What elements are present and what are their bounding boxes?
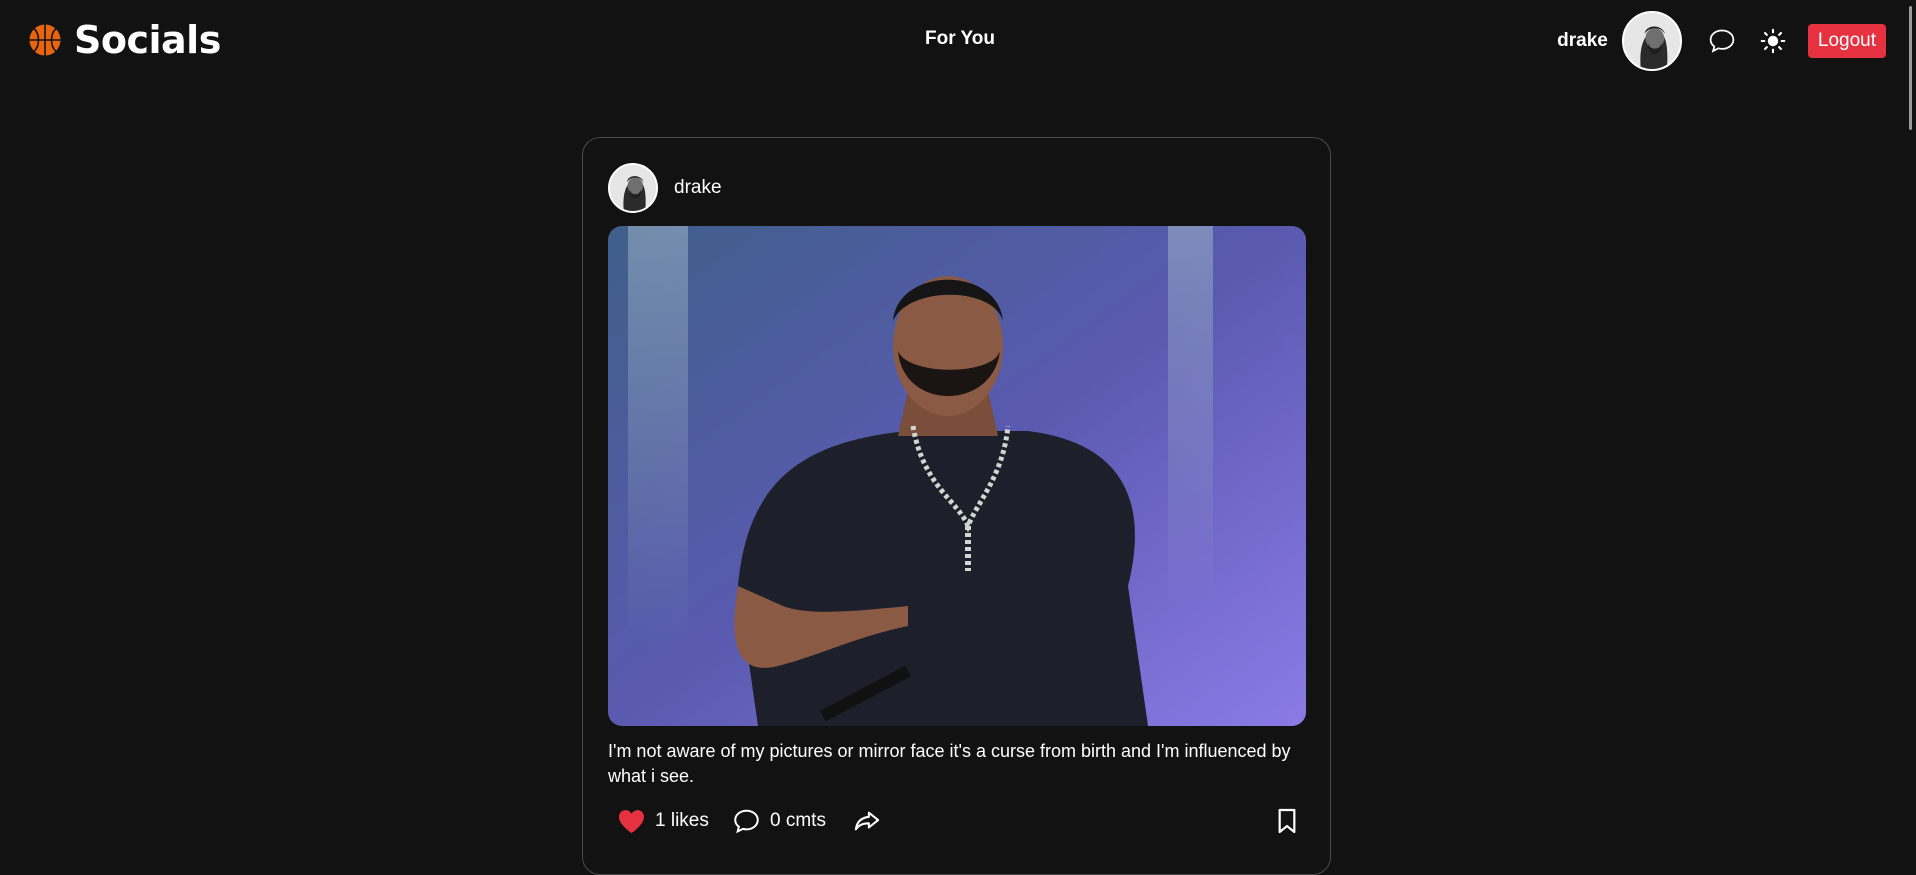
- sun-icon[interactable]: [1758, 26, 1788, 56]
- basketball-icon: [29, 24, 61, 56]
- like-button[interactable]: 1 likes: [618, 803, 709, 839]
- tab-for-you[interactable]: For You: [925, 28, 995, 50]
- heart-icon: [619, 809, 644, 833]
- likes-count: 1 likes: [655, 810, 709, 831]
- post-header: drake: [608, 163, 722, 213]
- avatar-photo: [610, 165, 656, 211]
- logout-button[interactable]: Logout: [1807, 24, 1886, 58]
- post-author-avatar[interactable]: [608, 163, 658, 213]
- share-button[interactable]: [854, 803, 880, 839]
- page-scrollbar[interactable]: [1904, 0, 1916, 875]
- header-actions: drake Logout: [1557, 10, 1886, 72]
- share-icon: [854, 811, 880, 831]
- scrollbar-thumb[interactable]: [1909, 6, 1912, 130]
- post-photo: [608, 226, 1306, 726]
- post-image[interactable]: [608, 226, 1306, 726]
- post-author-name[interactable]: drake: [674, 177, 722, 199]
- post-caption: I'm not aware of my pictures or mirror f…: [608, 741, 1291, 786]
- chat-icon[interactable]: [1706, 25, 1738, 57]
- post-card: drake I'm not aware of my pictures or mi…: [582, 137, 1331, 875]
- brand-name: Socials: [74, 18, 221, 62]
- brand-logo[interactable]: Socials: [28, 14, 221, 66]
- post-actions: 1 likes 0 cmts: [618, 803, 1298, 839]
- top-header: Socials For You drake Logout: [0, 0, 1916, 80]
- avatar[interactable]: [1621, 11, 1682, 71]
- bookmark-icon: [1278, 808, 1296, 834]
- comments-button[interactable]: 0 cmts: [733, 803, 826, 839]
- comment-icon: [734, 809, 759, 833]
- avatar-photo: [1623, 13, 1680, 69]
- header-username[interactable]: drake: [1557, 30, 1608, 52]
- bookmark-button[interactable]: [1276, 803, 1298, 839]
- comments-count: 0 cmts: [770, 810, 826, 831]
